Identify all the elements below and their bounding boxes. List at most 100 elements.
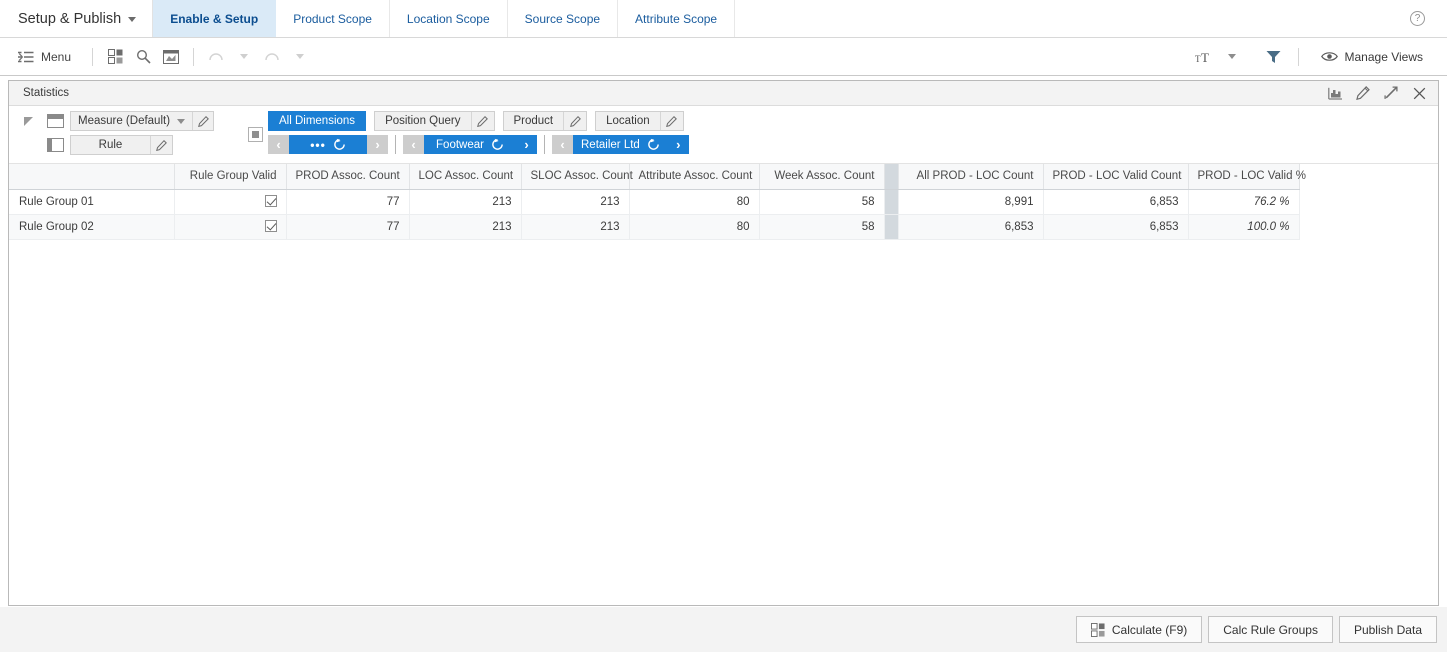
grid-header-prod_loc_valid_pct[interactable]: PROD - LOC Valid % (1188, 164, 1299, 189)
grid-header-row: Rule Group ValidPROD Assoc. CountLOC Ass… (9, 164, 1299, 189)
cell-sloc_assoc_count[interactable]: 213 (521, 214, 629, 239)
cell-prod_loc_valid_pct[interactable]: 76.2 % (1188, 189, 1299, 214)
grid-header-rule_group_valid[interactable]: Rule Group Valid (174, 164, 286, 189)
cell-prod_loc_valid_count[interactable]: 6,853 (1043, 189, 1188, 214)
footer-button-calc-rule-groups[interactable]: Calc Rule Groups (1208, 616, 1333, 643)
rule-edit-button[interactable] (151, 140, 172, 151)
grid-header-loc_assoc_count[interactable]: LOC Assoc. Count (409, 164, 521, 189)
cell-prod_assoc_count[interactable]: 77 (286, 189, 409, 214)
font-size-dropdown-button[interactable] (1218, 45, 1246, 69)
dimension-button-all-dimensions[interactable]: All Dimensions (268, 111, 366, 131)
nav-next-icon[interactable]: › (668, 135, 689, 154)
undo-button[interactable] (202, 45, 230, 69)
edit-icon[interactable] (661, 116, 683, 127)
maximize-icon[interactable] (1378, 83, 1404, 104)
cell-prod_assoc_count[interactable]: 77 (286, 214, 409, 239)
cell-week_assoc_count[interactable]: 58 (759, 214, 884, 239)
edit-icon[interactable] (472, 116, 494, 127)
measure-edit-button[interactable] (193, 116, 213, 127)
menu-button[interactable]: Menu (0, 50, 84, 64)
footer-button-publish-data[interactable]: Publish Data (1339, 616, 1437, 643)
panel-title: Statistics (23, 87, 69, 99)
collapse-triangle-icon[interactable] (24, 117, 33, 126)
undo-dropdown-button[interactable] (230, 45, 258, 69)
tab-label: Product Scope (293, 12, 372, 26)
filter-button[interactable] (1260, 45, 1288, 69)
cell-week_assoc_count[interactable]: 58 (759, 189, 884, 214)
grid-header-all_prod_loc_count[interactable]: All PROD - LOC Count (898, 164, 1043, 189)
cell-all_prod_loc_count[interactable]: 6,853 (898, 214, 1043, 239)
app-title-dropdown[interactable]: Setup & Publish (0, 0, 153, 37)
tab-enable-setup[interactable]: Enable & Setup (153, 0, 276, 37)
help-area: ? (1410, 0, 1447, 37)
nested-square-icon[interactable] (248, 127, 263, 142)
statistics-grid-wrapper[interactable]: Rule Group ValidPROD Assoc. CountLOC Ass… (9, 164, 1438, 605)
edit-icon[interactable] (1350, 83, 1376, 104)
rule-group-valid-checkbox[interactable] (174, 214, 286, 239)
cell-attribute_assoc_count[interactable]: 80 (629, 189, 759, 214)
nav-current-value[interactable]: Footwear (424, 135, 516, 154)
layout-left-icon[interactable] (47, 138, 64, 152)
grid-header-name[interactable] (9, 164, 174, 189)
grid-header-week_assoc_count[interactable]: Week Assoc. Count (759, 164, 884, 189)
nav-next-icon[interactable]: › (516, 135, 537, 154)
layout-top-icon[interactable] (47, 114, 64, 128)
nav-current-value[interactable]: ••• (289, 135, 367, 154)
grid-row-splitter (884, 189, 898, 214)
footer-button-label: Calculate (F9) (1112, 623, 1187, 637)
cell-sloc_assoc_count[interactable]: 213 (521, 189, 629, 214)
measure-dropdown-icon[interactable] (177, 119, 185, 124)
redo-button[interactable] (258, 45, 286, 69)
panel-header: Statistics (9, 81, 1438, 106)
redo-dropdown-button[interactable] (286, 45, 314, 69)
nav-prev-icon[interactable]: ‹ (403, 135, 424, 154)
grid-header-attribute_assoc_count[interactable]: Attribute Assoc. Count (629, 164, 759, 189)
dimension-button-location[interactable]: Location (595, 111, 683, 131)
reset-icon[interactable] (333, 138, 346, 151)
report-icon-button[interactable] (157, 45, 185, 69)
rule-selector[interactable]: Rule (70, 135, 173, 155)
cell-loc_assoc_count[interactable]: 213 (409, 214, 521, 239)
cell-name[interactable]: Rule Group 01 (9, 189, 174, 214)
edit-icon[interactable] (564, 116, 586, 127)
tab-source-scope[interactable]: Source Scope (508, 0, 618, 37)
cell-attribute_assoc_count[interactable]: 80 (629, 214, 759, 239)
tab-location-scope[interactable]: Location Scope (390, 0, 508, 37)
search-icon-button[interactable] (129, 45, 157, 69)
table-row[interactable]: Rule Group 017721321380588,9916,85376.2 … (9, 189, 1299, 214)
grid-header-sloc_assoc_count[interactable]: SLOC Assoc. Count (521, 164, 629, 189)
font-size-button[interactable]: T T (1190, 45, 1218, 69)
grid-header-prod_loc_valid_count[interactable]: PROD - LOC Valid Count (1043, 164, 1188, 189)
help-icon[interactable]: ? (1410, 11, 1425, 26)
dimension-button-position-query[interactable]: Position Query (374, 111, 494, 131)
nav-prev-icon[interactable]: ‹ (268, 135, 289, 154)
cell-prod_loc_valid_count[interactable]: 6,853 (1043, 214, 1188, 239)
chart-icon[interactable] (1322, 83, 1348, 104)
tab-product-scope[interactable]: Product Scope (276, 0, 390, 37)
tab-label: Source Scope (525, 12, 600, 26)
close-icon[interactable] (1406, 83, 1432, 104)
tab-attribute-scope[interactable]: Attribute Scope (618, 0, 735, 37)
manage-views-button[interactable]: Manage Views (1309, 50, 1434, 64)
nav-current-value[interactable]: Retailer Ltd (573, 135, 668, 154)
cell-prod_loc_valid_pct[interactable]: 100.0 % (1188, 214, 1299, 239)
nav-next-icon[interactable]: › (367, 135, 388, 154)
redo-dropdown-icon (296, 54, 304, 59)
dimension-button-label: Location (596, 115, 659, 127)
cell-all_prod_loc_count[interactable]: 8,991 (898, 189, 1043, 214)
cell-name[interactable]: Rule Group 02 (9, 214, 174, 239)
rule-group-valid-checkbox[interactable] (174, 189, 286, 214)
footer-button-calculate-f9[interactable]: Calculate (F9) (1076, 616, 1202, 643)
calculate-icon-button[interactable] (101, 45, 129, 69)
dimension-button-product[interactable]: Product (503, 111, 588, 131)
nav-prev-icon[interactable]: ‹ (552, 135, 573, 154)
grid-column-splitter[interactable] (884, 164, 898, 189)
font-size-icon: T T (1195, 50, 1212, 64)
reset-icon[interactable] (647, 138, 660, 151)
grid-header-prod_assoc_count[interactable]: PROD Assoc. Count (286, 164, 409, 189)
reset-icon[interactable] (491, 138, 504, 151)
measure-selector[interactable]: Measure (Default) (70, 111, 214, 131)
cell-loc_assoc_count[interactable]: 213 (409, 189, 521, 214)
rule-label: Rule (71, 139, 150, 151)
table-row[interactable]: Rule Group 027721321380586,8536,853100.0… (9, 214, 1299, 239)
